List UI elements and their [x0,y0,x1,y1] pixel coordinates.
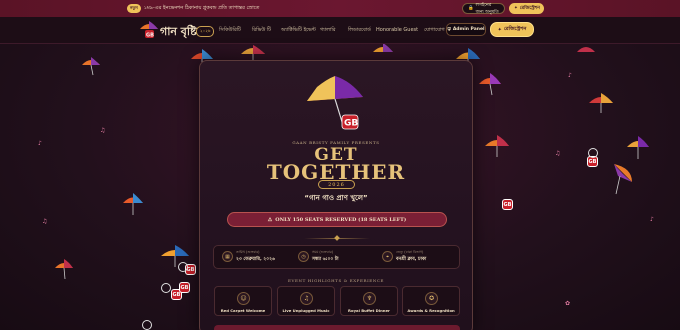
warning-icon: ⚠ [267,216,273,223]
venue-value: বনশ্রী ক্লাব, ঢাকা [396,257,427,262]
music-note-decoration: ✿ [565,300,571,307]
admin-panel-label: Admin Panel [452,27,485,32]
svg-text:GB: GB [146,33,154,39]
seats-alert-banner: ⚠ ONLY 150 SEATS RESERVED (18 SEATS LEFT… [227,212,447,227]
nav-item-contact[interactable]: যোগাযোগ [424,27,445,35]
music-note-decoration: ♫ [100,127,106,134]
event-tagline: “গান গাও প্রাণ খুলে” [304,194,368,202]
event-card: GB GAAN BRISTY FAMILY PRESENTS GET TOGET… [199,60,473,330]
nav-item-gallery[interactable]: গ্যালারি [320,27,336,35]
nav-register-label: রেজিস্ট্রেশন [503,25,527,32]
nav-item-honorable-guest[interactable]: Honorable Guest [376,27,418,33]
nav-item-security[interactable]: সিকিউরিটি [219,27,241,35]
new-badge: নতুন [127,4,141,13]
brand-name[interactable]: গান বৃষ্টি [160,23,197,42]
time-value: সন্ধ্যা ৬:০০ টা [312,257,339,262]
highlight-label: Royal Buffet Dinner [348,308,390,313]
red-carpet-icon: ☺ [237,292,250,305]
umbrella-decoration [82,57,100,76]
admin-panel-button[interactable]: ⛨ Admin Panel [446,23,486,36]
umbrella-decoration [373,43,393,52]
announcement-bar: নতুন ১ম৯-এর ইনভেনশন ঠিকানায় প্লুকবন্ড প… [0,0,680,17]
highlights-title: EVENT HIGHLIGHTS & EXPERIENCE [287,278,385,283]
announcement-text: ১ম৯-এর ইনভেনশন ঠিকানায় প্লুকবন্ড প্রতি … [143,4,260,11]
music-note-decoration: ♪ [38,140,42,147]
music-note-decoration: ♫ [42,218,48,225]
gb-ring-decoration [161,283,171,293]
nav-item-activity[interactable]: অ্যাক্টিভিটি ইভেন্ট [281,27,316,35]
highlight-card: ♆ Royal Buffet Dinner [340,286,398,316]
ticket-icon: ✦ [514,6,518,11]
main-navbar: GB গান বৃষ্টি ২০২৬ সিকিউরিটি রিভিউ টি অ্… [0,17,680,44]
umbrella-decoration [614,164,632,195]
divider-diamond [334,235,340,241]
gb-ring-decoration [142,320,152,330]
umbrella-decoration [589,93,613,113]
nav-register-button[interactable]: ✦ রেজিস্ট্রেশন [490,22,534,37]
umbrella-decoration [55,259,73,280]
date-value: ২৩ ফেব্রুয়ারি, ২০২৬ [236,257,275,262]
seats-alert-text: ONLY 150 SEATS RESERVED (18 SEATS LEFT) [275,216,407,223]
ticket-icon: ✦ [497,26,502,33]
lock-icon: 🔒 [468,6,474,11]
event-time: ◷ সময় (শুক্রবার) সন্ধ্যা ৬:০০ টা [298,250,339,263]
calendar-icon: ▦ [222,251,233,262]
event-year-badge: 2026 [318,180,355,189]
highlight-label: Awards & Recognition [407,308,455,313]
umbrella-decoration [485,135,509,157]
top-register-label: রেজিস্ট্রেশন [519,6,540,11]
highlight-label: Live Unplugged Music [282,308,330,313]
clock-icon: ◷ [298,251,309,262]
brand-year-tag: ২০২৬ [196,26,215,37]
music-note-decoration: ♫ [555,150,561,157]
music-note-decoration: ♪ [568,72,572,79]
umbrella-decoration [627,136,649,159]
login-label: লগইনের জন্য অনুমতি [475,2,499,15]
highlight-card: ☺ Red Carpet Welcome [214,286,272,316]
highlight-card: ♫ Live Unplugged Music [277,286,335,316]
gb-logo-decoration: GB [179,282,190,293]
award-icon: ✪ [425,292,438,305]
shield-icon: ⛨ [447,27,451,33]
event-date: ▦ তারিখ (শুক্রবার) ২৩ ফেব্রুয়ারি, ২০২৬ [222,250,275,263]
card-bottom-bar [214,325,460,330]
music-icon: ♫ [300,292,313,305]
umbrella-decoration [479,73,501,96]
umbrella-decoration [123,193,143,215]
highlight-card: ✪ Awards & Recognition [402,286,460,316]
gb-umbrella-logo[interactable]: GB [138,20,160,40]
event-info-box: ▦ তারিখ (শুক্রবার) ২৩ ফেব্রুয়ারি, ২০২৬ … [213,245,460,269]
gb-ring-decoration [588,148,598,158]
umbrella-logo-icon: GB [307,76,363,130]
location-pin-icon: ⌖ [382,251,393,262]
gb-ring-decoration [178,262,188,272]
svg-text:GB: GB [344,119,358,129]
nav-item-leaderboard[interactable]: লিডারবোর্ড [348,27,371,35]
highlight-label: Red Carpet Welcome [220,308,266,313]
gb-logo-decoration: GB [502,199,513,210]
top-register-button[interactable]: ✦ রেজিস্ট্রেশন [509,3,544,14]
event-venue: ⌖ ভেন্যু (ঢাকা বিভাগ) বনশ্রী ক্লাব, ঢাকা [382,250,426,263]
nav-item-review[interactable]: রিভিউ টি [252,27,271,35]
login-button[interactable]: 🔒 লগইনের জন্য অনুমতি [462,2,505,15]
music-note-decoration: ♪ [650,216,654,223]
dinner-icon: ♆ [363,292,376,305]
